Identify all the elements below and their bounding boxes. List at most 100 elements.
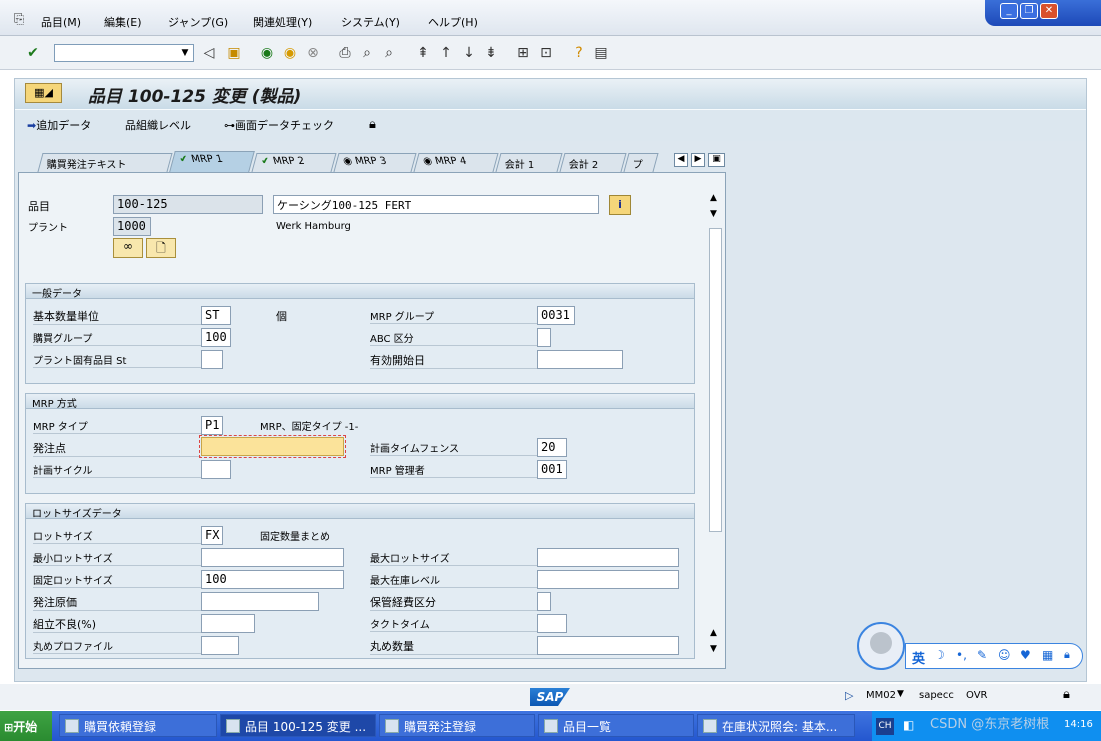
menu-goto[interactable]: ジャンプ(G)	[168, 14, 228, 30]
tab-mrp2[interactable]: ✔ MRP 2	[251, 153, 337, 172]
abc-input[interactable]	[537, 328, 551, 347]
tab-mrp1[interactable]: ✔ MRP 1	[169, 151, 255, 172]
menu-help[interactable]: ヘルプ(H)	[428, 14, 478, 30]
find-next-icon[interactable]: ⌕	[380, 44, 398, 62]
mrp-type-label: MRP タイプ	[33, 418, 201, 434]
base-uom-label: 基本数量単位	[33, 308, 201, 325]
find-icon[interactable]: ⌕	[358, 44, 376, 62]
close-button[interactable]: ✕	[1040, 3, 1058, 19]
mrp-controller-input[interactable]: 001	[537, 460, 567, 479]
chevron-down-icon[interactable]: ▼	[178, 46, 192, 60]
lock-icon[interactable]: 🔒︎	[1063, 687, 1070, 702]
task-material-list[interactable]: 品目一覧	[538, 714, 694, 737]
mrp-type-input[interactable]: P1	[201, 416, 223, 435]
assembly-scrap-input[interactable]	[201, 614, 255, 633]
lot-size-input[interactable]: FX	[201, 526, 223, 545]
org-levels-button[interactable]: 品組織レベル	[125, 117, 191, 133]
material-description-input[interactable]: ケーシング100-125 FERT	[273, 195, 599, 214]
rounding-profile-input[interactable]	[201, 636, 239, 655]
shortcut-icon[interactable]: ⊡	[537, 44, 555, 62]
min-lot-size-input[interactable]	[201, 548, 344, 567]
enter-icon[interactable]: ✔	[24, 44, 42, 62]
screen-menu-icon[interactable]: ▦◢	[25, 83, 62, 103]
scroll-down-icon[interactable]: ▼	[710, 209, 717, 219]
tab-list-icon[interactable]: ▣	[708, 153, 725, 167]
tab-more[interactable]: プ	[623, 153, 659, 172]
check-screen-data-button[interactable]: ⊶画面データチェック	[224, 117, 334, 133]
info-icon[interactable]: i	[609, 195, 631, 215]
max-stock-level-input[interactable]	[537, 570, 679, 589]
storage-cost-input[interactable]	[537, 592, 551, 611]
lock-icon[interactable]: 🔒︎	[369, 117, 376, 132]
planning-cycle-input[interactable]	[201, 460, 231, 479]
reorder-point-input[interactable]	[199, 435, 346, 458]
back-arrow-icon[interactable]: ◁	[200, 44, 218, 62]
takt-time-input[interactable]	[537, 614, 567, 633]
base-uom-input[interactable]: ST	[201, 306, 231, 325]
task-purchase-order[interactable]: 購買発注登録	[379, 714, 535, 737]
purch-group-input[interactable]: 100	[201, 328, 231, 347]
wrench-icon[interactable]: ✎	[977, 648, 987, 662]
mrp-group-input[interactable]: 0031	[537, 306, 575, 325]
tab-mrp3[interactable]: ◉ MRP 3	[333, 153, 417, 172]
time-fence-input[interactable]: 20	[537, 438, 567, 457]
print-icon[interactable]: ⎙	[336, 44, 354, 62]
last-page-icon[interactable]: ⇟	[482, 44, 500, 62]
moon-icon[interactable]: ☽	[934, 648, 945, 662]
help-icon[interactable]: ?	[570, 44, 588, 62]
mrp-controller-label: MRP 管理者	[370, 462, 537, 478]
new-session-icon[interactable]: ⊞	[514, 44, 532, 62]
order-cost-label: 発注原価	[33, 594, 201, 611]
previous-page-icon[interactable]: ↑	[437, 44, 455, 62]
exit-icon[interactable]: ◉	[281, 44, 299, 62]
valid-from-input[interactable]	[537, 350, 623, 369]
play-icon[interactable]: ▷	[845, 689, 853, 702]
menu-environment[interactable]: 関連処理(Y)	[253, 14, 312, 30]
max-lot-size-input[interactable]	[537, 548, 679, 567]
menu-system[interactable]: システム(Y)	[341, 14, 400, 30]
minimize-button[interactable]: _	[1000, 3, 1018, 19]
start-button[interactable]: ⊞开始	[0, 711, 52, 741]
restore-button[interactable]: ❐	[1020, 3, 1038, 19]
input-language[interactable]: CH	[876, 718, 894, 735]
rounding-qty-input[interactable]	[537, 636, 679, 655]
scrollbar-thumb[interactable]	[709, 228, 722, 532]
next-page-icon[interactable]: ↓	[460, 44, 478, 62]
grid-icon[interactable]: ▦	[1042, 648, 1053, 662]
menu-material[interactable]: 品目(M)	[41, 14, 81, 30]
scroll-up-icon[interactable]: ▲	[710, 193, 717, 203]
ime-icon[interactable]: ◧	[903, 718, 914, 732]
ime-language[interactable]: 英	[912, 648, 925, 667]
menu-edit[interactable]: 編集(E)	[104, 14, 142, 30]
system-menu-icon[interactable]: ⎘	[14, 12, 24, 27]
tab-scroll-left-icon[interactable]: ◀	[674, 153, 688, 167]
chevron-down-icon[interactable]: ▼	[897, 689, 904, 699]
order-cost-input[interactable]	[201, 592, 319, 611]
back-icon[interactable]: ◉	[258, 44, 276, 62]
document-icon[interactable]: 🗋︎	[146, 238, 176, 258]
plant-status-input[interactable]	[201, 350, 223, 369]
task-purchase-requisition[interactable]: 購買依頼登録	[59, 714, 217, 737]
punctuation-icon[interactable]: •,	[956, 648, 967, 662]
tab-accounting1[interactable]: 会計 1	[495, 153, 563, 172]
cancel-icon[interactable]: ⊗	[304, 44, 322, 62]
scroll-up-icon[interactable]: ▲	[710, 628, 717, 638]
glasses-icon[interactable]: ∞	[113, 238, 143, 258]
fixed-lot-size-input[interactable]: 100	[201, 570, 344, 589]
tab-accounting2[interactable]: 会計 2	[559, 153, 627, 172]
tab-mrp4[interactable]: ◉ MRP 4	[413, 153, 499, 172]
lock-icon[interactable]: 🔒︎	[1064, 648, 1070, 662]
tab-purchase-order-text[interactable]: 購買発注テキスト	[37, 153, 173, 172]
skin-icon[interactable]: ♥	[1020, 648, 1031, 662]
first-page-icon[interactable]: ⇞	[414, 44, 432, 62]
material-label: 品目	[28, 200, 50, 213]
command-field[interactable]: ▼	[54, 44, 194, 62]
save-icon[interactable]: ▣	[225, 44, 243, 62]
tab-scroll-right-icon[interactable]: ▶	[691, 153, 705, 167]
additional-data-button[interactable]: ➡追加データ	[27, 117, 91, 133]
task-material-change[interactable]: 品目 100-125 変更 ...	[220, 714, 376, 737]
layout-icon[interactable]: ▤	[592, 44, 610, 62]
task-stock-overview[interactable]: 在庫状況照会: 基本...	[697, 714, 855, 737]
emoji-icon[interactable]: ☺	[998, 648, 1011, 662]
scroll-down-icon[interactable]: ▼	[710, 644, 717, 654]
